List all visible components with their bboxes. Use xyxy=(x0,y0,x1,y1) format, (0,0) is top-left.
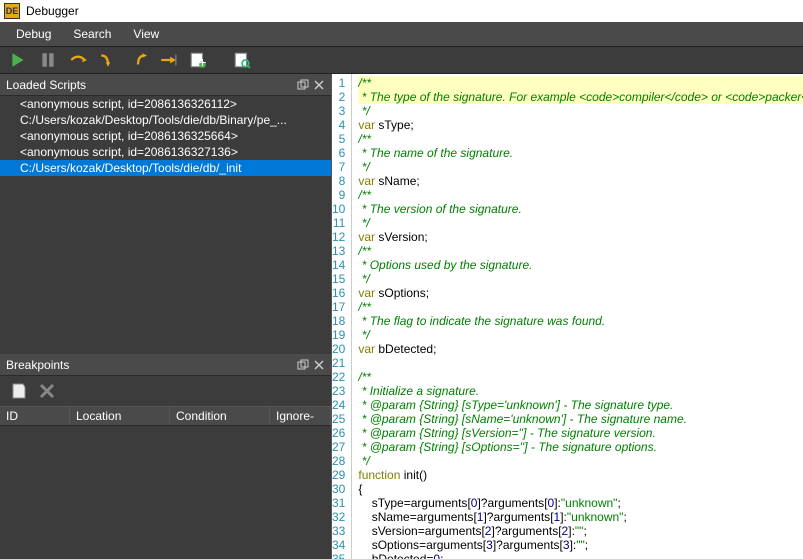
code-line[interactable]: /** xyxy=(358,370,803,384)
script-item[interactable]: <anonymous script, id=2086136325664> xyxy=(0,128,331,144)
bp-col-location[interactable]: Location xyxy=(70,407,170,425)
close-icon[interactable] xyxy=(313,359,325,371)
left-pane: Loaded Scripts <anonymous script, id=208… xyxy=(0,74,332,559)
step-into-button[interactable] xyxy=(96,49,120,71)
code-line[interactable]: * The type of the signature. For example… xyxy=(358,90,803,104)
menu-debug[interactable]: Debug xyxy=(6,24,61,44)
code-line[interactable]: sType=arguments[0]?arguments[0]:"unknown… xyxy=(358,496,803,510)
code-line[interactable]: bDetected=0; xyxy=(358,552,803,559)
code-line[interactable]: */ xyxy=(358,216,803,230)
loaded-scripts-title: Loaded Scripts xyxy=(6,78,86,92)
toggle-breakpoint-button[interactable]: + xyxy=(186,49,210,71)
code-line[interactable]: var sName; xyxy=(358,174,803,188)
close-icon[interactable] xyxy=(313,79,325,91)
code-line[interactable] xyxy=(358,356,803,370)
code-line[interactable]: * @param {String} [sVersion=''] - The si… xyxy=(358,426,803,440)
detach-icon[interactable] xyxy=(297,79,309,91)
step-out-button[interactable] xyxy=(126,49,150,71)
code-line[interactable]: * @param {String} [sName='unknown'] - Th… xyxy=(358,412,803,426)
menubar: Debug Search View xyxy=(0,22,803,46)
breakpoints-title: Breakpoints xyxy=(6,358,69,372)
code-line[interactable]: * The version of the signature. xyxy=(358,202,803,216)
code-line[interactable]: var sType; xyxy=(358,118,803,132)
code-line[interactable]: */ xyxy=(358,328,803,342)
code-line[interactable]: /** xyxy=(358,244,803,258)
new-breakpoint-icon[interactable] xyxy=(10,382,28,400)
toolbar: + xyxy=(0,46,803,74)
code-line[interactable]: */ xyxy=(358,104,803,118)
code-line[interactable]: * Initialize a signature. xyxy=(358,384,803,398)
loaded-scripts-header: Loaded Scripts xyxy=(0,74,331,96)
step-over-button[interactable] xyxy=(66,49,90,71)
svg-text:+: + xyxy=(199,55,207,69)
code-line[interactable]: /** xyxy=(358,188,803,202)
code-line[interactable]: * @param {String} [sType='unknown'] - Th… xyxy=(358,398,803,412)
titlebar: DE Debugger xyxy=(0,0,803,22)
code-editor[interactable]: 1234567891011121314151617181920212223242… xyxy=(332,74,803,559)
code-line[interactable]: sVersion=arguments[2]?arguments[2]:""; xyxy=(358,524,803,538)
run-button[interactable] xyxy=(6,49,30,71)
code-line[interactable]: var sOptions; xyxy=(358,286,803,300)
code-line[interactable]: var sVersion; xyxy=(358,230,803,244)
script-item[interactable]: <anonymous script, id=2086136326112> xyxy=(0,96,331,112)
window-title: Debugger xyxy=(26,4,79,18)
code-line[interactable]: */ xyxy=(358,160,803,174)
run-to-cursor-button[interactable] xyxy=(156,49,180,71)
bp-col-id[interactable]: ID xyxy=(0,407,70,425)
script-item[interactable]: <anonymous script, id=2086136327136> xyxy=(0,144,331,160)
script-item[interactable]: C:/Users/kozak/Desktop/Tools/die/db/Bina… xyxy=(0,112,331,128)
breakpoints-header: Breakpoints xyxy=(0,354,331,376)
code-line[interactable]: * @param {String} [sOptions=''] - The si… xyxy=(358,440,803,454)
find-button[interactable] xyxy=(230,49,254,71)
code-line[interactable]: { xyxy=(358,482,803,496)
breakpoints-toolbar xyxy=(0,376,331,406)
code-line[interactable]: * The flag to indicate the signature was… xyxy=(358,314,803,328)
app-icon: DE xyxy=(4,3,20,19)
code-line[interactable]: * The name of the signature. xyxy=(358,146,803,160)
bp-col-condition[interactable]: Condition xyxy=(170,407,270,425)
script-item[interactable]: C:/Users/kozak/Desktop/Tools/die/db/_ini… xyxy=(0,160,331,176)
menu-view[interactable]: View xyxy=(123,24,169,44)
loaded-scripts-list[interactable]: <anonymous script, id=2086136326112>C:/U… xyxy=(0,96,331,354)
delete-breakpoint-icon[interactable] xyxy=(38,382,56,400)
detach-icon[interactable] xyxy=(297,359,309,371)
menu-search[interactable]: Search xyxy=(63,24,121,44)
bp-col-ignore[interactable]: Ignore-co xyxy=(270,407,331,425)
breakpoints-columns: ID Location Condition Ignore-co xyxy=(0,406,331,426)
code-line[interactable]: /** xyxy=(358,300,803,314)
code-line[interactable]: function init() xyxy=(358,468,803,482)
line-gutter: 1234567891011121314151617181920212223242… xyxy=(332,74,352,559)
pause-button[interactable] xyxy=(36,49,60,71)
code-line[interactable]: /** xyxy=(358,76,803,90)
code-line[interactable]: sName=arguments[1]?arguments[1]:"unknown… xyxy=(358,510,803,524)
code-area[interactable]: /** * The type of the signature. For exa… xyxy=(352,74,803,559)
code-line[interactable]: /** xyxy=(358,132,803,146)
code-line[interactable]: */ xyxy=(358,454,803,468)
breakpoints-body[interactable] xyxy=(0,426,331,559)
code-line[interactable]: */ xyxy=(358,272,803,286)
code-line[interactable]: sOptions=arguments[3]?arguments[3]:""; xyxy=(358,538,803,552)
code-line[interactable]: var bDetected; xyxy=(358,342,803,356)
code-line[interactable]: * Options used by the signature. xyxy=(358,258,803,272)
